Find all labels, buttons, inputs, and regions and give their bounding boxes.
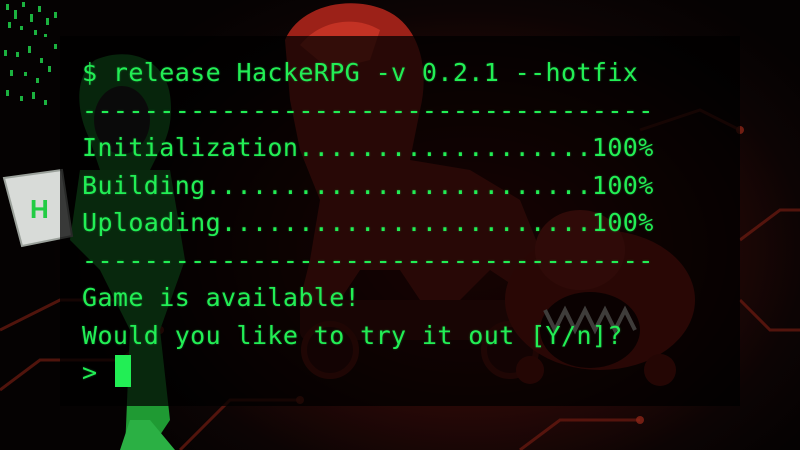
prompt-symbol: > [82,358,98,387]
text-cursor[interactable] [115,355,132,387]
command-line: $ release HackeRPG -v 0.2.1 --hotfix [82,58,639,87]
laptop-letter: H [30,194,49,224]
separator-top: ------------------------------------- [82,95,654,125]
matrix-code-icon [4,2,57,105]
separator-bottom: ------------------------------------- [82,245,654,275]
step-uploading: Uploading........................100% [82,208,654,237]
step-initialization: Initialization...................100% [82,133,654,162]
input-line[interactable]: > [82,354,740,392]
confirm-question: Would you like to try it out [Y/n]? [82,320,623,350]
step-building: Building.........................100% [82,170,654,200]
terminal-window: $ release HackeRPG -v 0.2.1 --hotfix ---… [60,36,740,406]
game-scene: H $ release HackeRPG -v 0.2.1 --hotfix -… [0,0,800,450]
status-message: Game is available! [82,283,361,312]
